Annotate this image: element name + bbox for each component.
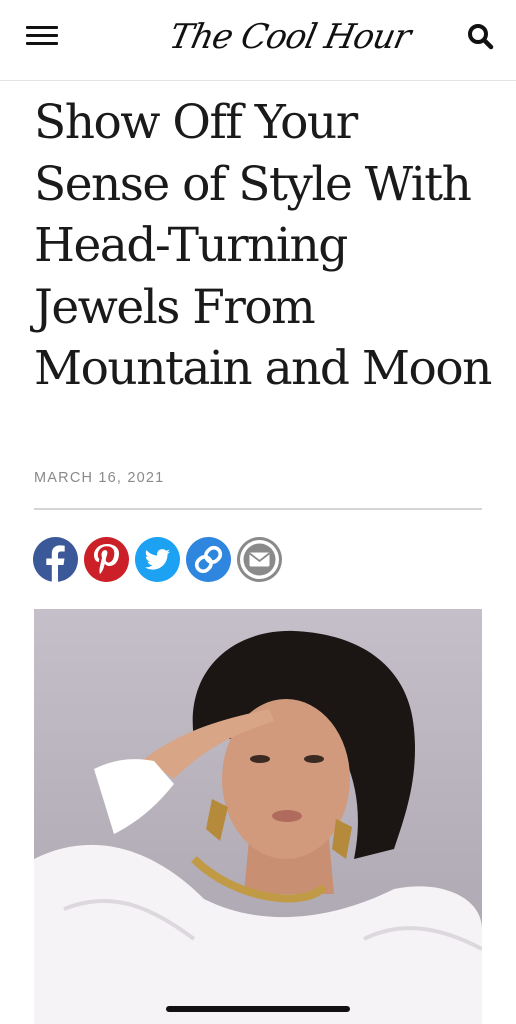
link-icon [194, 545, 223, 574]
site-logo[interactable]: The Cool Hour [164, 10, 414, 65]
twitter-share-button[interactable] [135, 537, 180, 582]
twitter-icon [144, 549, 170, 570]
article-title: Show Off Your Sense of Style With Head-T… [34, 95, 492, 396]
divider [34, 508, 482, 510]
search-icon[interactable] [466, 22, 496, 52]
hero-image [34, 609, 482, 1024]
article-date: MARCH 16, 2021 [34, 470, 165, 486]
site-header: The Cool Hour [0, 0, 516, 81]
pinterest-icon [94, 544, 119, 575]
facebook-icon [46, 545, 65, 582]
menu-icon[interactable] [26, 26, 58, 46]
facebook-share-button[interactable] [33, 537, 78, 582]
share-bar [33, 537, 282, 583]
copy-link-button[interactable] [186, 537, 231, 582]
email-icon [240, 540, 279, 579]
home-indicator [166, 1006, 350, 1012]
pinterest-share-button[interactable] [84, 537, 129, 582]
email-share-button[interactable] [237, 537, 282, 582]
